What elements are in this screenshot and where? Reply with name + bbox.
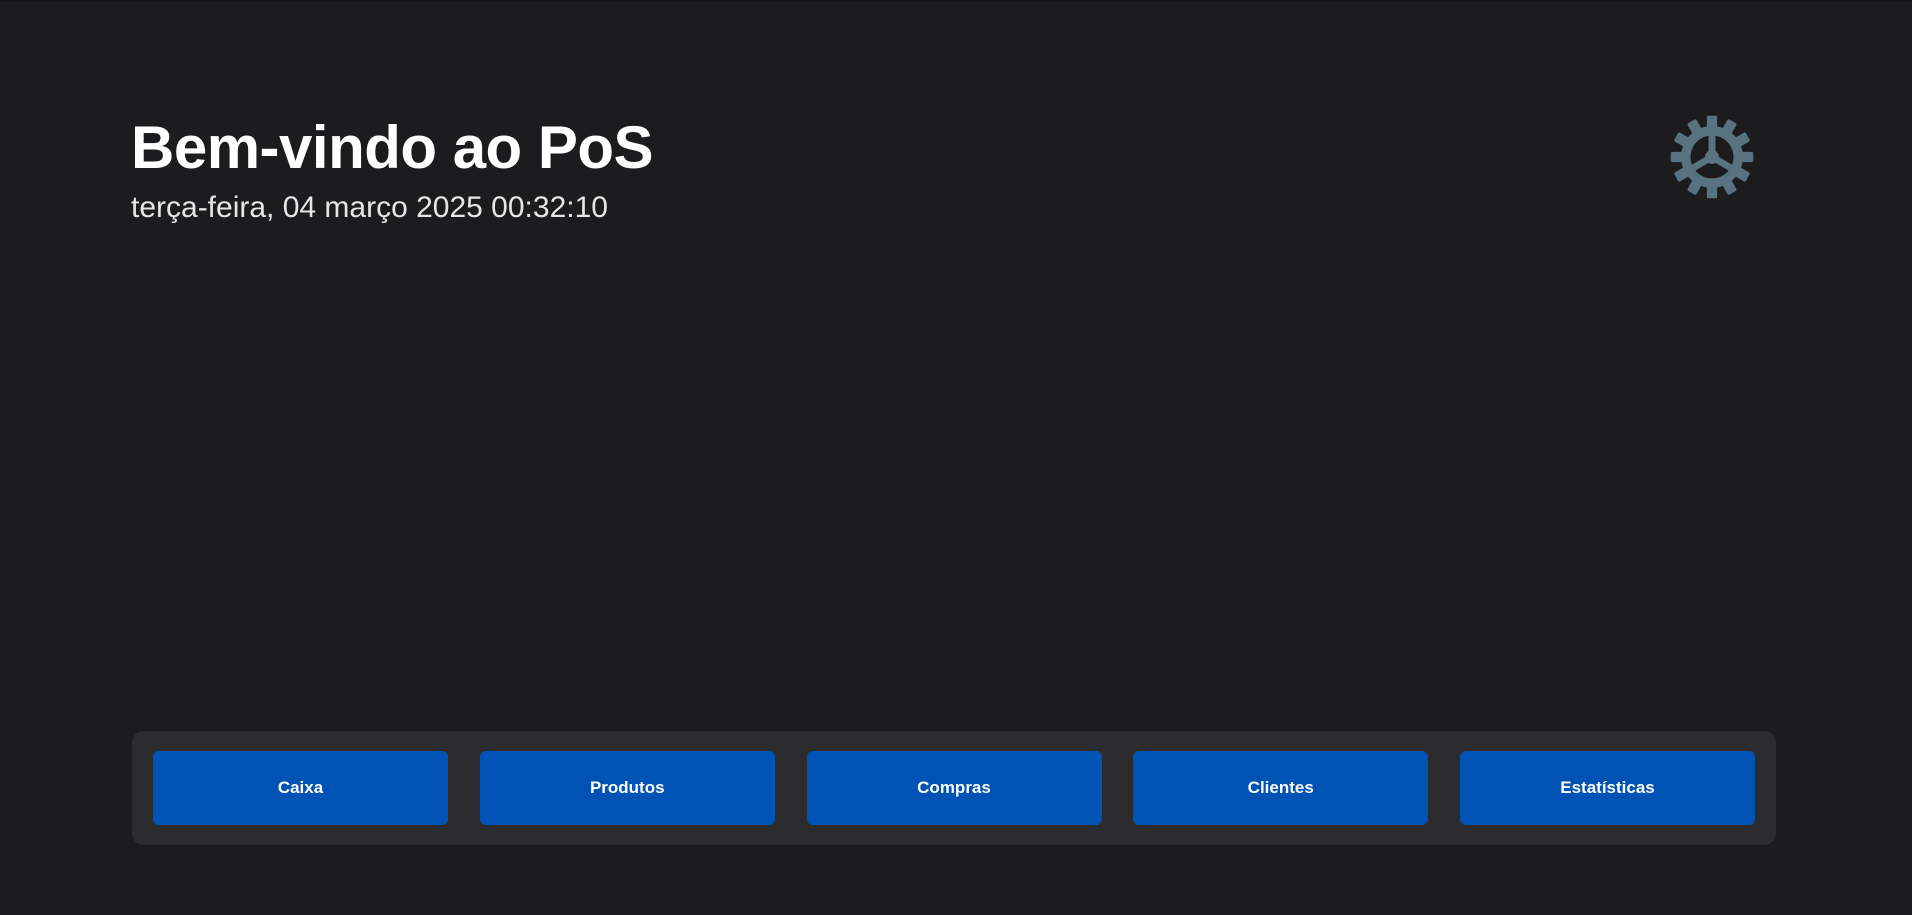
welcome-header: Bem-vindo ao PoS terça-feira, 04 março 2… [131,108,654,228]
gear-icon [1670,115,1754,199]
estatisticas-button[interactable]: Estatísticas [1460,751,1755,825]
produtos-button[interactable]: Produtos [479,751,775,825]
page-title: Bem-vindo ao PoS [131,114,654,181]
current-datetime: terça-feira, 04 março 2025 00:32:10 [131,191,608,224]
window-top-border [0,0,1912,2]
settings-button[interactable] [1669,114,1755,200]
compras-button[interactable]: Compras [806,751,1102,825]
clientes-button[interactable]: Clientes [1133,751,1429,825]
navigation-bar: Caixa Produtos Compras Clientes Estatíst… [132,731,1776,845]
caixa-button[interactable]: Caixa [153,751,448,825]
